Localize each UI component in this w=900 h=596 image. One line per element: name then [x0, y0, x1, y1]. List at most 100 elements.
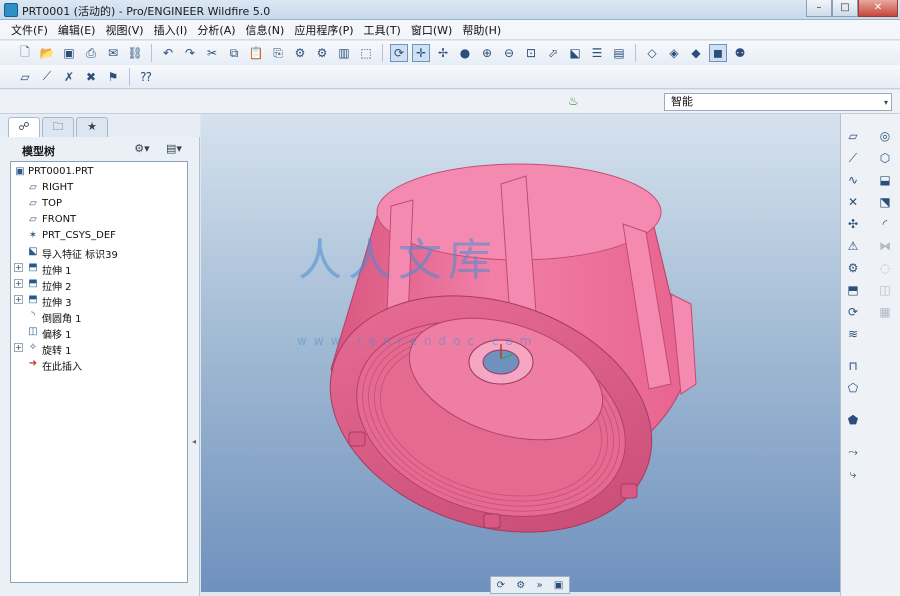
- reorient-icon[interactable]: ⬀: [544, 44, 562, 62]
- refit-icon[interactable]: ⊡: [522, 44, 540, 62]
- datum-point-tool-icon[interactable]: ✕: [843, 192, 863, 212]
- lightbulb-icon[interactable]: ♨: [568, 94, 580, 109]
- tree-item[interactable]: ▱ FRONT: [11, 213, 187, 228]
- tree-item[interactable]: + ✧ 旋转 1: [11, 341, 187, 357]
- datum-plane-tool-icon[interactable]: ▱: [843, 126, 863, 146]
- appearance-icon[interactable]: ●: [456, 44, 474, 62]
- trim-tool-icon[interactable]: ◫: [875, 280, 895, 300]
- shading-icon[interactable]: ◼: [709, 44, 727, 62]
- paste-icon[interactable]: 📋: [247, 44, 265, 62]
- menu-item-7[interactable]: 工具(T): [359, 22, 406, 38]
- menu-item-3[interactable]: 插入(I): [149, 22, 193, 38]
- shell-tool-icon[interactable]: ⬡: [875, 148, 895, 168]
- datum-point-display-icon[interactable]: ✗: [60, 68, 78, 86]
- hole-tool-icon[interactable]: ◎: [875, 126, 895, 146]
- view-manager-icon[interactable]: ▤: [610, 44, 628, 62]
- repaint-icon[interactable]: ⟳: [390, 44, 408, 62]
- spin-center-icon[interactable]: ✛: [412, 44, 430, 62]
- tree-item[interactable]: ▱ RIGHT: [11, 181, 187, 196]
- tree-item[interactable]: ⬕ 导入特征 标识39: [11, 245, 187, 261]
- minimize-button[interactable]: –: [806, 0, 832, 17]
- menu-item-1[interactable]: 编辑(E): [53, 22, 101, 38]
- help-icon[interactable]: ⁇: [137, 68, 155, 86]
- extrude-tool-icon[interactable]: ⬒: [843, 280, 863, 300]
- select-box-icon[interactable]: ⬚: [357, 44, 375, 62]
- open-icon[interactable]: 📂: [38, 44, 56, 62]
- email-icon[interactable]: ✉: [104, 44, 122, 62]
- menu-item-4[interactable]: 分析(A): [192, 22, 240, 38]
- find-icon[interactable]: ▥: [335, 44, 353, 62]
- tree-show-button[interactable]: ▤▾: [162, 140, 186, 158]
- tree-item[interactable]: + ⬒ 拉伸 1: [11, 261, 187, 277]
- more-icon[interactable]: »: [537, 580, 543, 591]
- boundary-blend-icon[interactable]: ⊓: [843, 356, 863, 376]
- tab-favorites[interactable]: ★: [76, 117, 108, 137]
- expand-icon[interactable]: +: [14, 279, 23, 288]
- revolve-tool-icon[interactable]: ⟳: [843, 302, 863, 322]
- insert-pattern-icon[interactable]: ⚙: [843, 258, 863, 278]
- menu-item-6[interactable]: 应用程序(P): [289, 22, 358, 38]
- graphics-window[interactable]: 人人文库 www.renrendoc.com: [201, 114, 840, 592]
- tree-item[interactable]: + ⬒ 拉伸 2: [11, 277, 187, 293]
- settings-icon[interactable]: ⚙: [516, 580, 525, 591]
- hidden-line-icon[interactable]: ◈: [665, 44, 683, 62]
- tab-model-tree[interactable]: ☍: [8, 117, 40, 137]
- annotation-display-icon[interactable]: ⚑: [104, 68, 122, 86]
- tree-item[interactable]: ▱ TOP: [11, 197, 187, 212]
- tree-item[interactable]: ◫ 偏移 1: [11, 325, 187, 341]
- window-icon[interactable]: ▣: [554, 580, 563, 591]
- tree-item[interactable]: ▣ PRT0001.PRT: [11, 165, 187, 180]
- sweep-tool-icon[interactable]: ⤷: [843, 464, 863, 484]
- analysis-feature-icon[interactable]: ⚠: [843, 236, 863, 256]
- tree-settings-button[interactable]: ⚙▾: [130, 140, 154, 158]
- rib-tool-icon[interactable]: ⬓: [875, 170, 895, 190]
- csys-tool-icon[interactable]: ✣: [843, 214, 863, 234]
- tree-item[interactable]: ➜ 在此插入: [11, 357, 187, 373]
- mirror-tool-icon[interactable]: ⧓: [875, 236, 895, 256]
- layers-icon[interactable]: ☰: [588, 44, 606, 62]
- paste-special-icon[interactable]: ⎘: [269, 44, 287, 62]
- expand-icon[interactable]: +: [14, 343, 23, 352]
- email-link-icon[interactable]: ⛓: [126, 44, 144, 62]
- regenerate-icon[interactable]: ⚙: [291, 44, 309, 62]
- pattern-tool-icon[interactable]: ▦: [875, 302, 895, 322]
- round-tool-icon[interactable]: ◜: [875, 214, 895, 234]
- repaint-icon[interactable]: ⟳: [497, 580, 505, 591]
- menu-item-8[interactable]: 窗口(W): [406, 22, 457, 38]
- expand-icon[interactable]: +: [14, 263, 23, 272]
- close-button[interactable]: ✕: [858, 0, 898, 17]
- maximize-button[interactable]: □: [832, 0, 858, 17]
- merge-tool-icon[interactable]: ◌: [875, 258, 895, 278]
- expand-icon[interactable]: +: [14, 295, 23, 304]
- orient-mode-icon[interactable]: ✢: [434, 44, 452, 62]
- wireframe-icon[interactable]: ◇: [643, 44, 661, 62]
- regen-manager-icon[interactable]: ⚙: [313, 44, 331, 62]
- saved-views-icon[interactable]: ⬕: [566, 44, 584, 62]
- freestyle-tool-icon[interactable]: ⤳: [843, 442, 863, 462]
- redo-icon[interactable]: ↷: [181, 44, 199, 62]
- cut-icon[interactable]: ✂: [203, 44, 221, 62]
- no-hidden-icon[interactable]: ◆: [687, 44, 705, 62]
- new-icon[interactable]: 🗋: [16, 44, 34, 62]
- selection-filter-select[interactable]: 智能 ▾: [664, 93, 892, 111]
- tree-item[interactable]: ◝ 倒圆角 1: [11, 309, 187, 325]
- menu-item-2[interactable]: 视图(V): [100, 22, 148, 38]
- model-tree-display-icon[interactable]: ⚉: [731, 44, 749, 62]
- draft-tool-icon[interactable]: ⬔: [875, 192, 895, 212]
- tab-folder-browser[interactable]: 🗀: [42, 117, 74, 137]
- menu-item-9[interactable]: 帮助(H): [457, 22, 506, 38]
- panel-collapse-handle[interactable]: ◂: [192, 437, 198, 457]
- zoom-out-icon[interactable]: ⊖: [500, 44, 518, 62]
- menu-item-5[interactable]: 信息(N): [241, 22, 290, 38]
- datum-axis-tool-icon[interactable]: ⟋: [843, 148, 863, 168]
- zoom-in-icon[interactable]: ⊕: [478, 44, 496, 62]
- menu-item-0[interactable]: 文件(F): [6, 22, 53, 38]
- style-tool-icon[interactable]: ⬠: [843, 378, 863, 398]
- csys-display-icon[interactable]: ✖: [82, 68, 100, 86]
- sketch-tool-icon[interactable]: ∿: [843, 170, 863, 190]
- datum-axis-display-icon[interactable]: ⟋: [38, 68, 56, 86]
- save-icon[interactable]: ▣: [60, 44, 78, 62]
- print-icon[interactable]: ⎙: [82, 44, 100, 62]
- tree-item[interactable]: + ⬒ 拉伸 3: [11, 293, 187, 309]
- copy-icon[interactable]: ⧉: [225, 44, 243, 62]
